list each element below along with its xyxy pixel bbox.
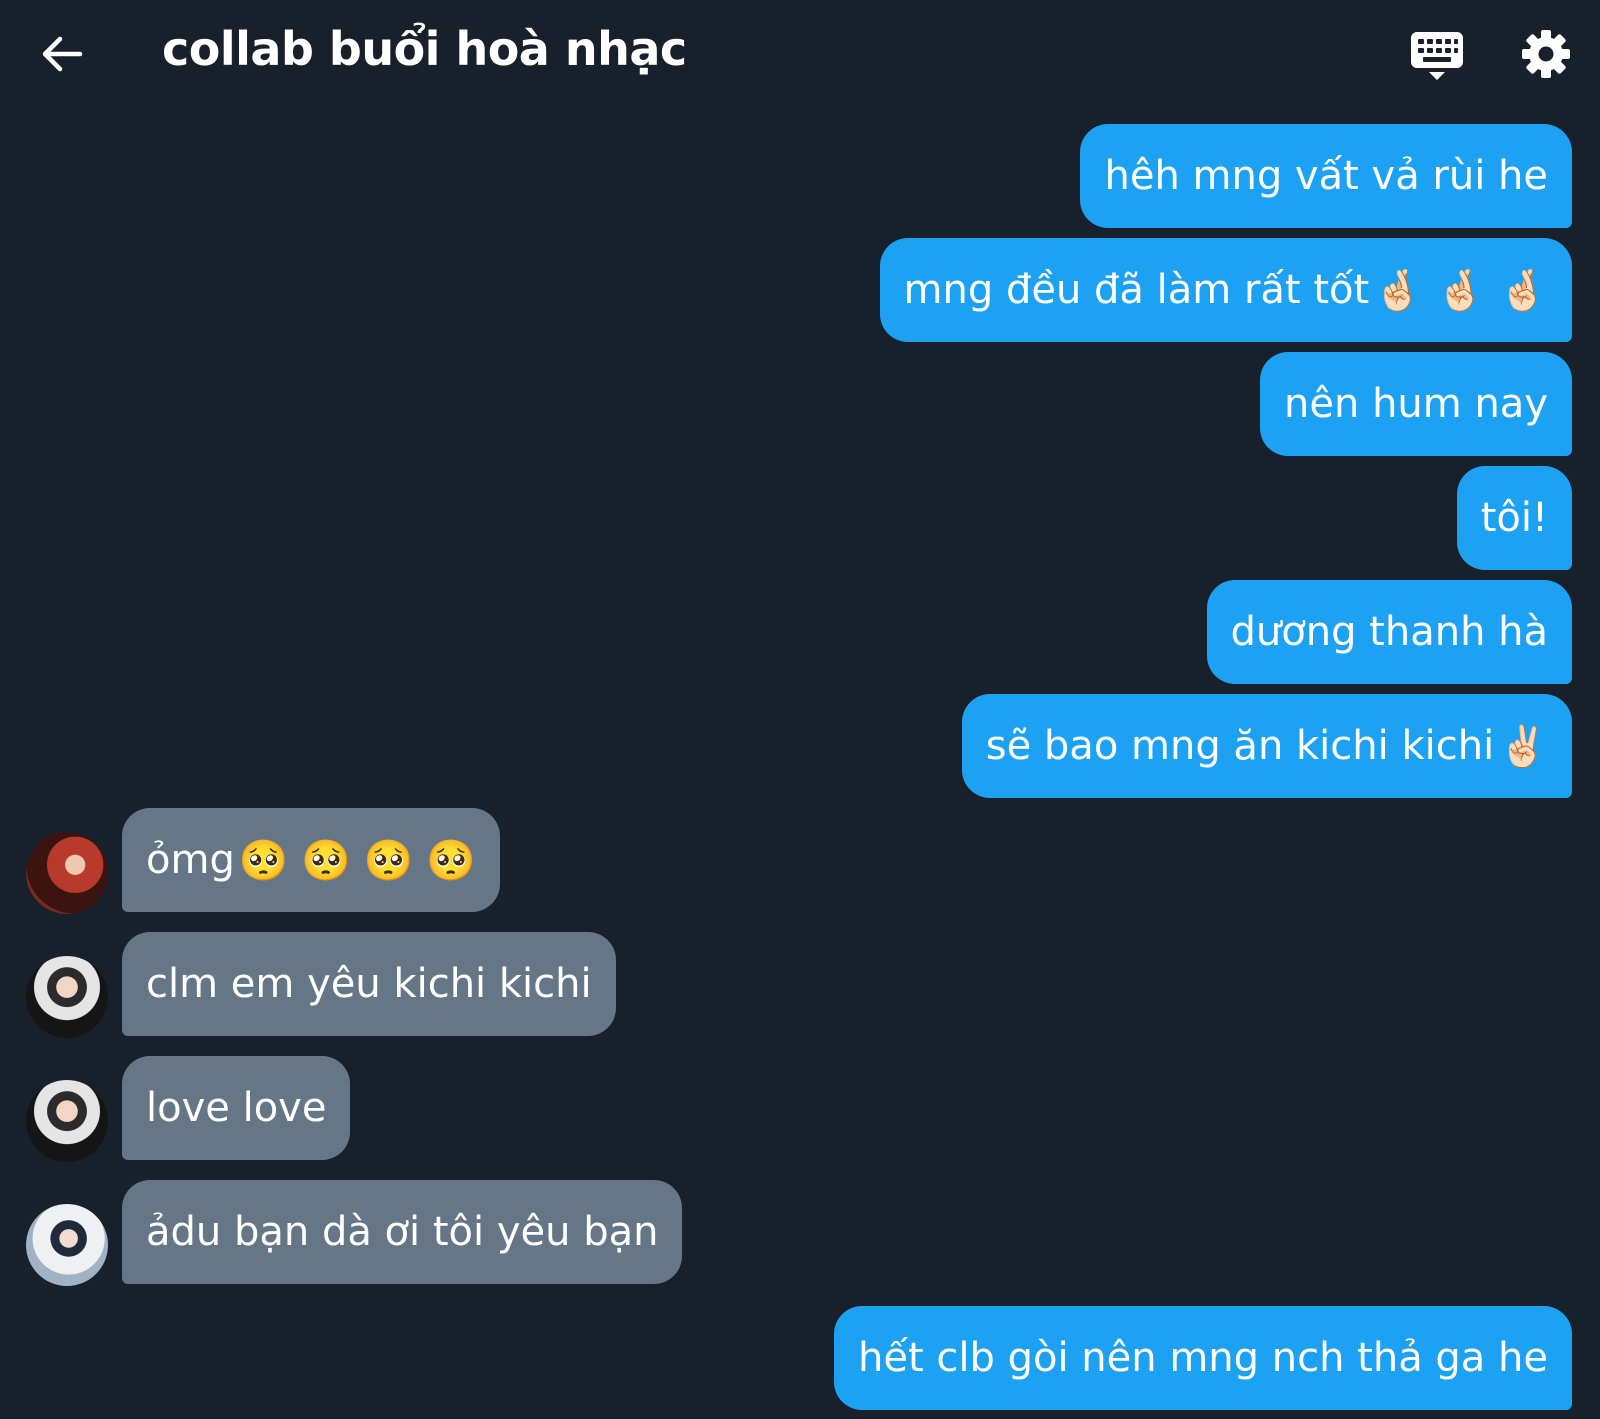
- message-text: clm em yêu kichi kichi: [146, 961, 592, 1007]
- conversation-title: collab buổi hoà nhạc: [162, 22, 687, 76]
- message-bubble-outgoing[interactable]: tôi!: [1456, 466, 1572, 570]
- message-bubble-outgoing[interactable]: nên hum nay: [1260, 352, 1572, 456]
- message-text: sẽ bao mng ăn kichi kichi: [985, 723, 1495, 769]
- message-text: mng đều đã làm rất tốt: [903, 267, 1370, 313]
- message-text: hết clb gòi nên mng nch thả ga he: [858, 1335, 1548, 1381]
- pleading-face-emoji-icon: 🥺 🥺 🥺 🥺: [238, 837, 477, 884]
- message-text: tôi!: [1480, 495, 1548, 541]
- chat-header: collab buổi hoà nhạc: [0, 0, 1600, 112]
- back-button[interactable]: [34, 26, 90, 82]
- gear-icon: [1522, 30, 1570, 78]
- arrow-left-icon: [42, 36, 83, 72]
- message-bubble-outgoing[interactable]: hêh mng vất vả rùi he: [1080, 124, 1572, 228]
- avatar-icon[interactable]: [26, 1080, 108, 1162]
- message-bubble-outgoing[interactable]: mng đều đã làm rất tốt 🤞🏻 🤞🏻 🤞🏻: [879, 238, 1572, 342]
- avatar-icon[interactable]: [26, 832, 108, 914]
- message-text: ỏmg: [146, 837, 235, 883]
- avatar-icon[interactable]: [26, 956, 108, 1038]
- keyboard-button[interactable]: [1408, 28, 1466, 84]
- message-text: dương thanh hà: [1230, 609, 1549, 655]
- message-bubble-outgoing[interactable]: hết clb gòi nên mng nch thả ga he: [834, 1306, 1572, 1410]
- message-text: ảdu bạn dà ơi tôi yêu bạn: [146, 1209, 659, 1255]
- keyboard-icon: [1411, 32, 1463, 80]
- message-text: hêh mng vất vả rùi he: [1104, 153, 1548, 199]
- message-bubble-incoming[interactable]: ỏmg 🥺 🥺 🥺 🥺: [122, 808, 501, 912]
- avatar-icon[interactable]: [26, 1204, 108, 1286]
- victory-hand-emoji-icon: ✌🏻: [1498, 723, 1548, 770]
- settings-button[interactable]: [1518, 26, 1574, 82]
- message-bubble-incoming[interactable]: love love: [122, 1056, 351, 1160]
- message-bubble-outgoing[interactable]: sẽ bao mng ăn kichi kichi ✌🏻: [961, 694, 1572, 798]
- message-text: love love: [146, 1085, 327, 1131]
- message-bubble-incoming[interactable]: ảdu bạn dà ơi tôi yêu bạn: [122, 1180, 683, 1284]
- message-bubble-incoming[interactable]: clm em yêu kichi kichi: [122, 932, 616, 1036]
- message-bubble-outgoing[interactable]: dương thanh hà: [1206, 580, 1572, 684]
- crossed-fingers-emoji-icon: 🤞🏻 🤞🏻 🤞🏻: [1373, 267, 1548, 314]
- message-text: nên hum nay: [1284, 381, 1548, 427]
